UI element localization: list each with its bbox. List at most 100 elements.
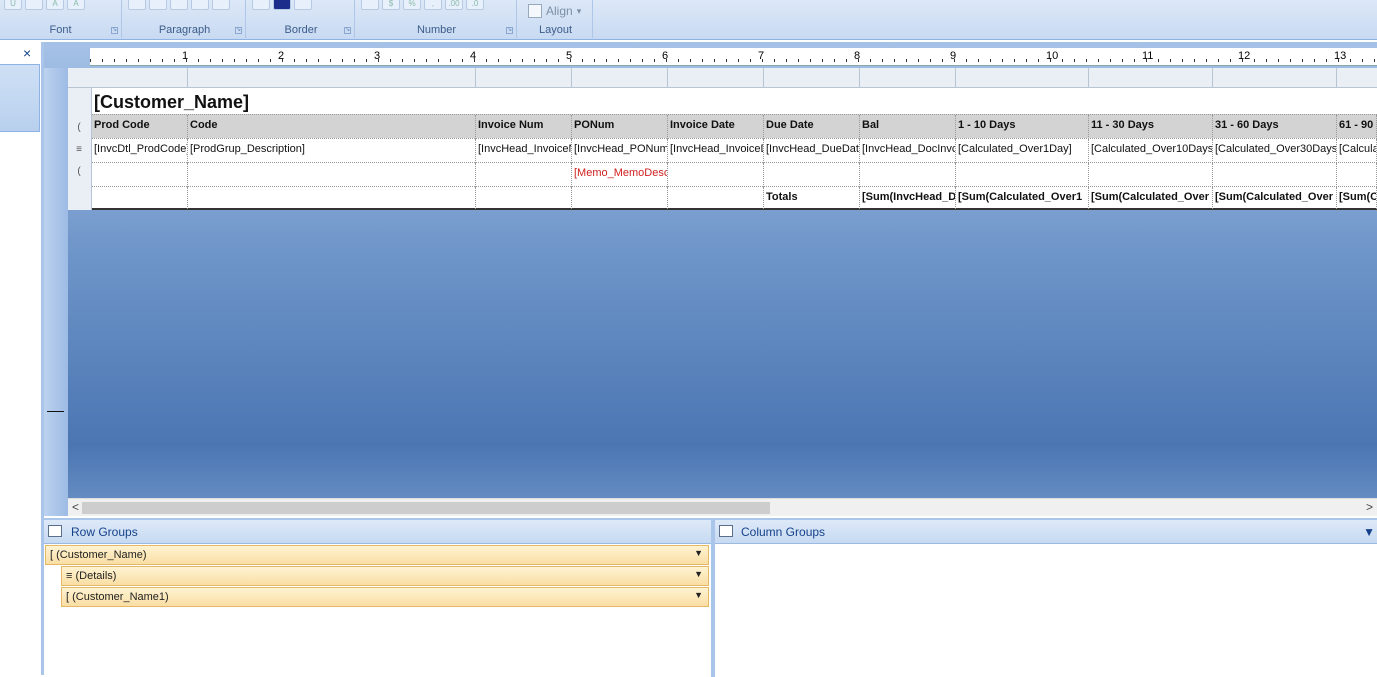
row-group-customer-name1[interactable]: [ (Customer_Name1) ▼	[61, 587, 709, 607]
detail-cell[interactable]: [ProdGrup_Description]	[188, 139, 476, 163]
memo-cell[interactable]	[1213, 163, 1337, 187]
hdr-cell[interactable]: 11 - 30 Days	[1089, 115, 1213, 139]
column-groups-dropdown-icon[interactable]: ▼	[1363, 525, 1375, 539]
chevron-down-icon[interactable]: ▼	[694, 569, 703, 579]
detail-cell[interactable]: [InvcHead_DueDate]	[764, 139, 860, 163]
totals-cell[interactable]: [Sum(Calculated_Over1	[956, 187, 1089, 211]
memo-cell[interactable]: [Memo_MemoDesc	[572, 163, 668, 187]
column-handle[interactable]	[572, 68, 668, 88]
row-handle-group[interactable]: (	[72, 166, 86, 188]
currency-icon[interactable]: $	[382, 0, 400, 10]
close-pane-icon[interactable]: ×	[23, 45, 31, 61]
horizontal-scrollbar[interactable]: < >	[68, 498, 1377, 516]
hdr-cell[interactable]: 61 - 90 D	[1337, 115, 1377, 139]
column-handle[interactable]	[1213, 68, 1337, 88]
scroll-thumb[interactable]	[82, 502, 770, 514]
column-handle[interactable]	[668, 68, 764, 88]
memo-cell[interactable]	[956, 163, 1089, 187]
pane-tab[interactable]	[0, 64, 40, 132]
hdr-cell[interactable]: 31 - 60 Days	[1213, 115, 1337, 139]
percent-icon[interactable]: %	[403, 0, 421, 10]
column-handle[interactable]	[476, 68, 572, 88]
totals-cell[interactable]	[92, 187, 188, 211]
border-icon[interactable]	[294, 0, 312, 10]
grow-font-icon[interactable]: A	[46, 0, 64, 10]
totals-cell[interactable]	[668, 187, 764, 211]
totals-cell[interactable]: [Sum(InvcHead_D	[860, 187, 956, 211]
detail-cell[interactable]: [Calculated_Over30Days]	[1213, 139, 1337, 163]
totals-cell[interactable]	[188, 187, 476, 211]
chevron-down-icon[interactable]: ▼	[694, 548, 703, 558]
hdr-cell[interactable]: Bal	[860, 115, 956, 139]
align-button[interactable]: Align ▾	[528, 4, 581, 18]
hdr-cell[interactable]: Code	[188, 115, 476, 139]
hdr-cell[interactable]: PONum	[572, 115, 668, 139]
row-handle-group[interactable]: (	[72, 122, 86, 144]
ruler-tick	[390, 59, 391, 62]
memo-cell[interactable]	[1337, 163, 1377, 187]
totals-cell[interactable]	[572, 187, 668, 211]
ruler-tick	[1218, 59, 1219, 62]
detail-cell[interactable]: [InvcHead_PONum]	[572, 139, 668, 163]
scroll-left-icon[interactable]: <	[72, 500, 79, 514]
detail-cell[interactable]: [Calculat	[1337, 139, 1377, 163]
totals-cell[interactable]: [Sum(C	[1337, 187, 1377, 211]
align-center-icon[interactable]	[149, 0, 167, 10]
row-group-customer-name[interactable]: [ (Customer_Name) ▼	[45, 545, 709, 565]
memo-cell[interactable]	[92, 163, 188, 187]
column-handle[interactable]	[764, 68, 860, 88]
pen-color-icon[interactable]	[273, 0, 291, 10]
column-handle[interactable]	[188, 68, 476, 88]
memo-cell[interactable]	[764, 163, 860, 187]
totals-cell[interactable]: [Sum(Calculated_Over	[1089, 187, 1213, 211]
ruler-tick	[498, 59, 499, 62]
ruler-tick	[906, 59, 907, 62]
detail-cell[interactable]: [InvcHead_DocInvc	[860, 139, 956, 163]
memo-cell[interactable]	[860, 163, 956, 187]
totals-cell[interactable]: Totals	[764, 187, 860, 211]
memo-cell[interactable]	[668, 163, 764, 187]
underline-icon[interactable]: U	[4, 0, 22, 10]
border-launcher-icon[interactable]: ↘	[344, 27, 351, 34]
chevron-down-icon[interactable]: ▼	[694, 590, 703, 600]
hdr-cell[interactable]: Due Date	[764, 115, 860, 139]
bullets-icon[interactable]	[191, 0, 209, 10]
totals-cell[interactable]: [Sum(Calculated_Over	[1213, 187, 1337, 211]
border-group: Border ↘	[248, 0, 355, 38]
hdr-cell[interactable]: Prod Code	[92, 115, 188, 139]
number-launcher-icon[interactable]: ↘	[506, 27, 513, 34]
detail-cell[interactable]: [InvcHead_InvoiceDate]	[668, 139, 764, 163]
numbering-icon[interactable]	[212, 0, 230, 10]
memo-cell[interactable]	[476, 163, 572, 187]
hdr-cell[interactable]: Invoice Date	[668, 115, 764, 139]
detail-cell[interactable]: [InvcDtl_ProdCode]	[92, 139, 188, 163]
scroll-right-icon[interactable]: >	[1366, 500, 1373, 514]
decrease-decimal-icon[interactable]: .0	[466, 0, 484, 10]
placeholder-icon[interactable]	[361, 0, 379, 10]
font-launcher-icon[interactable]: ↘	[111, 27, 118, 34]
memo-cell[interactable]	[188, 163, 476, 187]
column-handle[interactable]	[1089, 68, 1213, 88]
tablix[interactable]: ( ≡ ( [Customer_Name] Prod Code Code Invoi…	[68, 68, 1377, 216]
detail-cell[interactable]: [Calculated_Over1Day]	[956, 139, 1089, 163]
increase-decimal-icon[interactable]: .00	[445, 0, 463, 10]
column-handle[interactable]	[860, 68, 956, 88]
paragraph-launcher-icon[interactable]: ↘	[235, 27, 242, 34]
row-handle-details[interactable]: ≡	[72, 144, 86, 166]
column-handle[interactable]	[92, 68, 188, 88]
hdr-cell[interactable]: Invoice Num	[476, 115, 572, 139]
hdr-cell[interactable]: 1 - 10 Days	[956, 115, 1089, 139]
shrink-font-icon[interactable]: A	[67, 0, 85, 10]
detail-cell[interactable]: [Calculated_Over10Days]	[1089, 139, 1213, 163]
align-left-icon[interactable]	[128, 0, 146, 10]
column-handle[interactable]	[956, 68, 1089, 88]
customer-name-title[interactable]: [Customer_Name]	[94, 92, 249, 113]
totals-cell[interactable]	[476, 187, 572, 211]
memo-cell[interactable]	[1089, 163, 1213, 187]
align-right-icon[interactable]	[170, 0, 188, 10]
detail-cell[interactable]: [InvcHead_InvoiceNum]	[476, 139, 572, 163]
row-group-details[interactable]: ≡ (Details) ▼	[61, 566, 709, 586]
line-style-icon[interactable]	[252, 0, 270, 10]
blank-icon[interactable]	[25, 0, 43, 10]
comma-icon[interactable]: ,	[424, 0, 442, 10]
